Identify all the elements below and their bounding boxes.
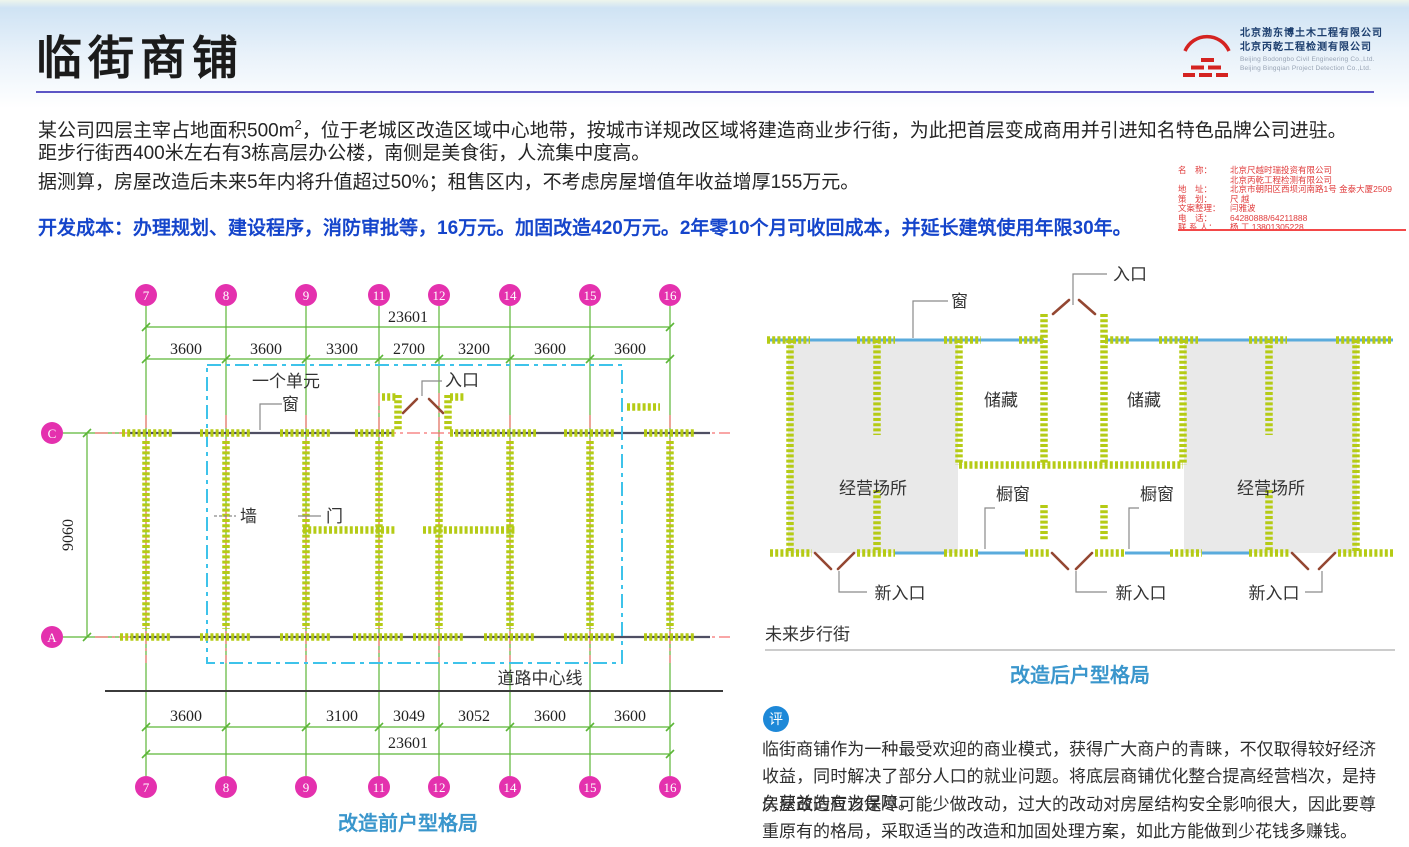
entrance-door-swing — [403, 399, 443, 413]
company-name-cn-2: 北京丙乾工程检测有限公司 — [1240, 41, 1400, 55]
axis-number: 7 — [143, 780, 150, 795]
axis-number: 15 — [584, 780, 597, 795]
dim-bottom: 3100 — [326, 708, 358, 725]
dim-top: 3600 — [534, 341, 566, 358]
label-showcase-1: 橱窗 — [996, 485, 1030, 504]
label-storage-2: 储藏 — [1127, 391, 1161, 410]
axis-number: 11 — [373, 780, 386, 795]
comment-paragraph-2: 房屋改造应该是尽可能少做改动，过大的改动对房屋结构安全影响很大，因此要尊重原有的… — [762, 791, 1376, 845]
intro-line-1: 某公司四层主宰占地面积500m2，位于老城区改造区域中心地带，按城市详规改区域将… — [38, 110, 1368, 139]
axis-number: 9 — [303, 288, 310, 303]
unit-boundary — [207, 365, 622, 663]
label-new-entrance-3: 新入口 — [1249, 584, 1300, 603]
info-value: 杨 工 13801305228 — [1230, 223, 1408, 233]
info-row: 地 址：北京市朝阳区西坝河南路1号 金泰大厦2509 — [1178, 185, 1408, 195]
company-logo-icon — [1180, 26, 1234, 80]
dim-total-bottom: 23601 — [388, 735, 428, 752]
new-entrance-leader-1 — [839, 571, 867, 592]
info-value: 尺 越 — [1230, 195, 1408, 205]
page: 临街商铺 北京渤东博土木工程有限公司 北京丙乾工程检测有限公司 Beijing … — [0, 0, 1409, 847]
dim-top: 3300 — [326, 341, 358, 358]
info-row: 联 系 人：杨 工 13801305228 — [1178, 223, 1408, 233]
dim-top: 3600 — [250, 341, 282, 358]
label-new-entrance-2: 新入口 — [1116, 584, 1167, 603]
dim-height: 9060 — [60, 519, 77, 551]
dimension-lines — [63, 327, 670, 754]
comment-badge-icon: 评 — [763, 706, 789, 732]
label-entrance: 入口 — [1113, 265, 1147, 284]
hatched-walls — [120, 395, 696, 637]
publisher-info-box: 名 称：北京尺越时瑞投资有限公司 北京丙乾工程检测有限公司 地 址：北京市朝阳区… — [1178, 166, 1408, 233]
development-cost-line: 开发成本：办理规划、建设程序，消防审批等，16万元。加固改造420万元。2年零1… — [38, 213, 1368, 240]
axis-number: 15 — [584, 288, 597, 303]
company-names: 北京渤东博土木工程有限公司 北京丙乾工程检测有限公司 Beijing Bodon… — [1240, 27, 1400, 73]
label-wall: 墙 — [240, 507, 257, 526]
company-name-en-1: Beijing Bodongbo Civil Engineering Co.,L… — [1240, 55, 1400, 64]
info-value: 北京市朝阳区西坝河南路1号 金泰大厦2509 — [1230, 185, 1408, 195]
axis-row-c: C — [48, 426, 57, 441]
axis-number: 8 — [223, 780, 230, 795]
dim-bottom: 3600 — [170, 708, 202, 725]
dim-top: 3600 — [170, 341, 202, 358]
company-name-cn-1: 北京渤东博土木工程有限公司 — [1240, 27, 1400, 41]
label-entrance: 入口 — [445, 371, 479, 390]
page-title: 临街商铺 — [36, 22, 244, 88]
floor-plan-after: 入口 窗 储藏 储藏 经营场所 经营场所 橱窗 橱窗 新入口 新入口 新入口 未… — [755, 250, 1405, 690]
info-box-divider — [1178, 229, 1406, 231]
showcase-leader-2 — [1129, 508, 1139, 549]
floor-plan-before: 7 8 9 11 12 14 15 16 7 8 9 11 12 14 15 1… — [30, 255, 745, 847]
axis-bubbles-bottom: 7 8 9 11 12 14 15 16 — [135, 776, 681, 798]
window-leader — [913, 301, 948, 338]
window-leader — [260, 404, 282, 430]
dim-bottom: 3600 — [614, 708, 646, 725]
intro-line-3: 据测算，房屋改造后未来5年内将升值超过50%；租售区内，不考虑房屋增值年收益增厚… — [38, 168, 1368, 197]
info-label: 名 称： — [1178, 166, 1230, 176]
business-room-left — [788, 340, 958, 553]
axis-bubbles-top: 7 8 9 11 12 14 15 16 — [135, 284, 681, 306]
intro-line-2: 距步行街西400米左右有3栋高层办公楼，南侧是美食街，人流集中度高。 — [38, 139, 1368, 168]
label-storage-1: 储藏 — [984, 391, 1018, 410]
dim-bottom: 3049 — [393, 708, 425, 725]
axis-number: 7 — [143, 288, 150, 303]
label-future-street: 未来步行街 — [765, 625, 850, 644]
company-name-en-2: Beijing Bingqian Project Detection Co.,L… — [1240, 64, 1400, 73]
dim-top: 3600 — [614, 341, 646, 358]
axis-number: 16 — [664, 780, 678, 795]
axis-number: 12 — [433, 288, 446, 303]
dim-bottom: 3052 — [458, 708, 490, 725]
label-business-1: 经营场所 — [839, 479, 907, 498]
label-business-2: 经营场所 — [1237, 479, 1305, 498]
info-label: 联 系 人： — [1178, 223, 1230, 233]
dim-bottom: 3600 — [534, 708, 566, 725]
caption-before: 改造前户型格局 — [338, 811, 478, 835]
new-entrance-leader-2 — [1076, 571, 1107, 592]
dim-top: 3200 — [458, 341, 490, 358]
label-unit: 一个单元 — [252, 372, 320, 391]
axis-number: 14 — [504, 288, 518, 303]
caption-after: 改造后户型格局 — [1010, 663, 1150, 687]
axis-number: 11 — [373, 288, 386, 303]
superscript-2: 2 — [295, 117, 302, 132]
label-door: 门 — [326, 507, 343, 526]
label-new-entrance-1: 新入口 — [875, 584, 926, 603]
dim-total-top: 23601 — [388, 309, 428, 326]
label-road-centerline: 道路中心线 — [498, 669, 583, 688]
axis-number: 16 — [664, 288, 678, 303]
dim-top: 2700 — [393, 341, 425, 358]
axis-number: 8 — [223, 288, 230, 303]
axis-number: 12 — [433, 780, 446, 795]
label-showcase-2: 橱窗 — [1140, 485, 1174, 504]
axis-number: 9 — [303, 780, 310, 795]
intro-paragraphs: 某公司四层主宰占地面积500m2，位于老城区改造区域中心地带，按城市详规改区域将… — [38, 110, 1368, 197]
new-entrance-leader-3 — [1305, 571, 1322, 592]
title-divider — [36, 91, 1374, 93]
axis-number: 14 — [504, 780, 518, 795]
label-window: 窗 — [282, 395, 299, 414]
axis-row-a: A — [47, 630, 57, 645]
showcase-leader-1 — [985, 508, 995, 549]
label-window: 窗 — [951, 292, 968, 311]
